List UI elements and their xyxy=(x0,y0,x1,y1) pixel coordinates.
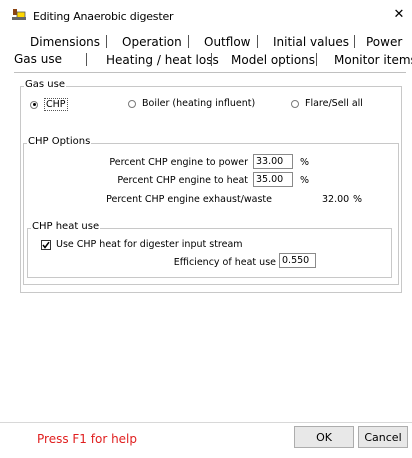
dialog-window: Editing Anaerobic digester ✕ Dimensions … xyxy=(0,0,412,458)
gas-use-legend: Gas use xyxy=(24,79,66,90)
tab-separator xyxy=(86,53,87,66)
heat-label: Percent CHP engine to heat xyxy=(117,175,248,186)
tab-monitor-items[interactable]: Monitor items xyxy=(334,52,412,68)
tab-separator xyxy=(316,53,317,66)
radio-unselected-icon xyxy=(128,99,136,108)
chp-options-group: CHP Options Percent CHP engine to power … xyxy=(23,136,399,285)
tab-power[interactable]: Power xyxy=(366,34,402,50)
radio-chp[interactable]: CHP xyxy=(30,98,68,111)
tab-row-1: Dimensions Operation Outflow Initial val… xyxy=(14,34,404,50)
tab-separator xyxy=(257,35,258,48)
gas-use-group: Gas use CHP Boiler (heating influent) Fl… xyxy=(20,79,402,293)
exhaust-unit: % xyxy=(353,194,363,205)
tab-separator xyxy=(211,53,212,66)
exhaust-value: 32.00 xyxy=(322,194,350,205)
radio-selected-icon xyxy=(30,100,38,109)
heat-input[interactable] xyxy=(253,172,293,187)
use-chp-heat-checkbox[interactable]: Use CHP heat for digester input stream xyxy=(41,239,243,250)
tab-dimensions[interactable]: Dimensions xyxy=(30,34,100,50)
tab-separator xyxy=(106,35,107,48)
exhaust-label: Percent CHP engine exhaust/waste xyxy=(106,194,272,205)
tab-strip: Dimensions Operation Outflow Initial val… xyxy=(0,32,412,70)
power-unit: % xyxy=(300,157,310,168)
tab-outflow[interactable]: Outflow xyxy=(204,34,250,50)
tab-operation[interactable]: Operation xyxy=(122,34,182,50)
gas-use-panel: Gas use CHP Boiler (heating influent) Fl… xyxy=(14,72,406,418)
checkbox-checked-icon xyxy=(41,239,51,250)
ok-button[interactable]: OK xyxy=(294,426,354,448)
efficiency-label: Efficiency of heat use xyxy=(173,257,276,268)
tab-separator xyxy=(354,35,355,48)
chp-heat-use-group: CHP heat use Use CHP heat for digester i… xyxy=(27,221,392,278)
radio-flare-label: Flare/Sell all xyxy=(305,98,363,109)
tab-gas-use[interactable]: Gas use xyxy=(14,50,62,68)
radio-unselected-icon xyxy=(291,99,299,108)
radio-boiler[interactable]: Boiler (heating influent) xyxy=(128,98,255,109)
tab-separator xyxy=(188,35,189,48)
radio-boiler-label: Boiler (heating influent) xyxy=(142,98,256,109)
heat-unit: % xyxy=(300,175,310,186)
app-icon xyxy=(12,9,26,20)
title-bar[interactable]: Editing Anaerobic digester ✕ xyxy=(0,0,412,30)
tab-row-2: Gas use Heating / heat loss Model option… xyxy=(14,50,412,70)
use-chp-heat-label: Use CHP heat for digester input stream xyxy=(56,239,243,250)
cancel-button[interactable]: Cancel xyxy=(358,426,408,448)
chp-options-legend: CHP Options xyxy=(27,136,92,147)
window-title: Editing Anaerobic digester xyxy=(33,10,174,23)
help-hint: Press F1 for help xyxy=(37,432,138,446)
efficiency-input[interactable] xyxy=(279,253,316,268)
chp-heat-use-legend: CHP heat use xyxy=(31,221,101,232)
close-icon[interactable]: ✕ xyxy=(386,2,412,26)
tab-heating-heat-loss[interactable]: Heating / heat loss xyxy=(106,52,219,68)
radio-chp-label: CHP xyxy=(44,98,68,111)
radio-flare[interactable]: Flare/Sell all xyxy=(291,98,363,109)
tab-initial-values[interactable]: Initial values xyxy=(273,34,349,50)
power-input[interactable] xyxy=(253,154,293,169)
tab-model-options[interactable]: Model options xyxy=(231,52,315,68)
footer-bar: Press F1 for help OK Cancel xyxy=(0,422,412,458)
power-label: Percent CHP engine to power xyxy=(109,157,248,168)
